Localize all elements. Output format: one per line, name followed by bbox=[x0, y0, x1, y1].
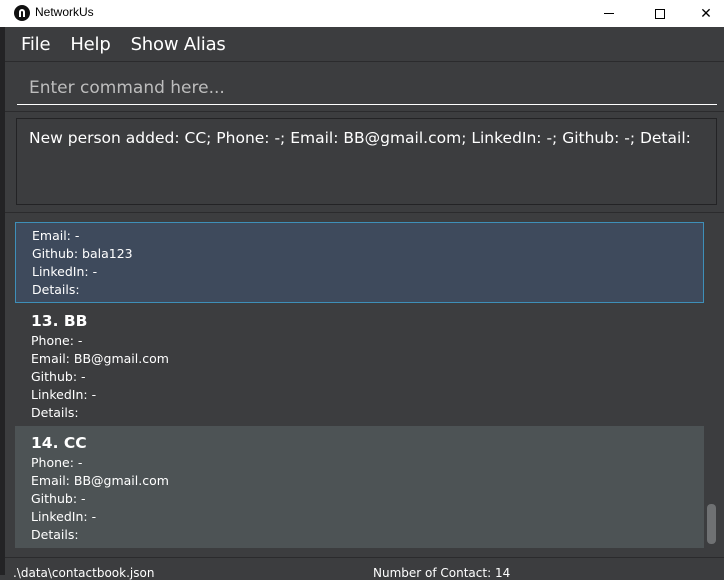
command-box bbox=[5, 61, 724, 110]
divider bbox=[5, 212, 724, 213]
menu-help[interactable]: Help bbox=[70, 34, 110, 55]
contact-count: Number of Contact: 14 bbox=[373, 566, 511, 580]
person-name: 14. CC bbox=[31, 434, 87, 452]
person-details: Details: bbox=[32, 282, 80, 297]
person-card-cc[interactable]: 14. CC Phone: - Email: BB@gmail.com Gith… bbox=[15, 426, 704, 548]
status-bar: .\data\contactbook.json Number of Contac… bbox=[5, 557, 724, 580]
result-text: New person added: CC; Phone: -; Email: B… bbox=[29, 129, 691, 147]
divider bbox=[5, 111, 724, 112]
person-details: Details: bbox=[31, 405, 79, 420]
title-bar: NetworkUs ✕ bbox=[0, 0, 724, 27]
person-phone: Phone: - bbox=[31, 455, 83, 470]
person-github: Github: bala123 bbox=[32, 246, 133, 261]
maximize-icon bbox=[655, 8, 665, 19]
person-phone: Phone: - bbox=[31, 333, 83, 348]
person-linkedin: LinkedIn: - bbox=[32, 264, 98, 279]
close-button[interactable]: ✕ bbox=[683, 0, 724, 27]
maximize-button[interactable] bbox=[637, 0, 683, 27]
person-card-selected[interactable]: Email: - Github: bala123 LinkedIn: - Det… bbox=[15, 222, 704, 303]
person-email: Email: BB@gmail.com bbox=[31, 351, 169, 366]
person-github: Github: - bbox=[31, 369, 86, 384]
menu-bar: File Help Show Alias bbox=[5, 27, 724, 61]
command-input[interactable] bbox=[17, 71, 717, 105]
person-name: 13. BB bbox=[31, 312, 88, 330]
person-linkedin: LinkedIn: - bbox=[31, 387, 97, 402]
person-email: Email: - bbox=[32, 228, 80, 243]
menu-file[interactable]: File bbox=[21, 34, 51, 55]
window-title: NetworkUs bbox=[35, 5, 94, 19]
person-linkedin: LinkedIn: - bbox=[31, 509, 97, 524]
list-scrollbar[interactable] bbox=[704, 222, 720, 548]
close-icon: ✕ bbox=[700, 5, 712, 22]
scrollbar-thumb[interactable] bbox=[707, 504, 716, 544]
person-github: Github: - bbox=[31, 491, 86, 506]
person-email: Email: BB@gmail.com bbox=[31, 473, 169, 488]
menu-show-alias[interactable]: Show Alias bbox=[131, 34, 226, 55]
minimize-icon bbox=[604, 13, 614, 14]
app-icon bbox=[14, 5, 30, 21]
result-display: New person added: CC; Phone: -; Email: B… bbox=[16, 118, 717, 205]
person-details: Details: bbox=[31, 527, 79, 542]
person-card-bb[interactable]: 13. BB Phone: - Email: BB@gmail.com Gith… bbox=[15, 304, 704, 426]
save-location: .\data\contactbook.json bbox=[13, 566, 155, 580]
person-list: Email: - Github: bala123 LinkedIn: - Det… bbox=[15, 222, 704, 548]
minimize-button[interactable] bbox=[586, 0, 632, 27]
